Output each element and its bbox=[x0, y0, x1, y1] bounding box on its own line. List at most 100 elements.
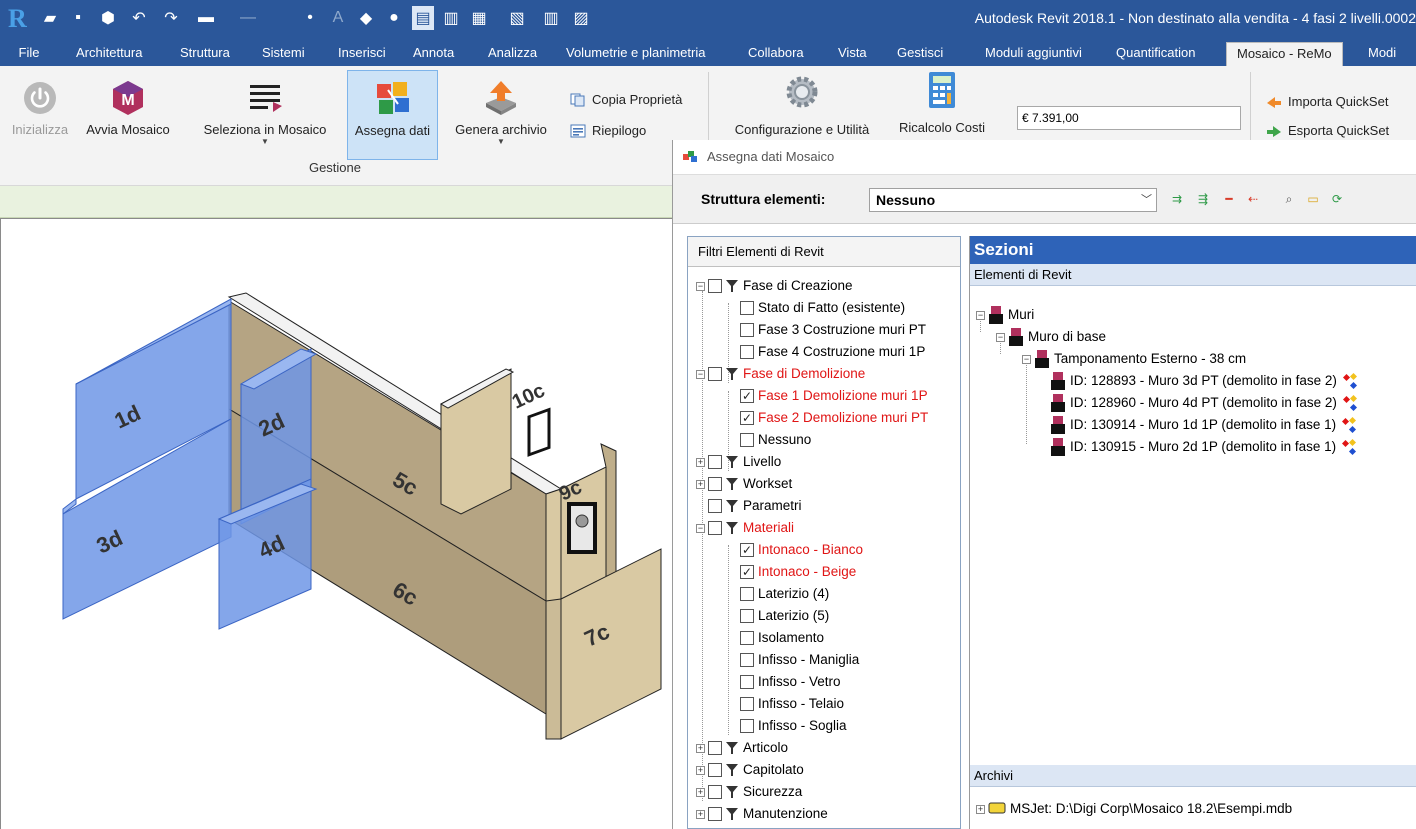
expand-icon[interactable]: + bbox=[696, 743, 705, 753]
filter-materiali[interactable]: − Materiali bbox=[696, 517, 794, 539]
filter-capitolato[interactable]: + Capitolato bbox=[696, 759, 804, 781]
tile-icon[interactable]: ▥ bbox=[540, 6, 562, 30]
filter-laterizio-5[interactable]: Laterizio (5) bbox=[740, 605, 829, 627]
filter-fase-4[interactable]: Fase 4 Costruzione muri 1P bbox=[740, 341, 925, 363]
tab-architettura[interactable]: Architettura bbox=[76, 42, 142, 66]
filter-nessuno[interactable]: Nessuno bbox=[740, 429, 811, 451]
checkbox-checked[interactable]: ✓ bbox=[740, 543, 754, 557]
copia-proprieta-button[interactable]: Copia Proprietà bbox=[570, 92, 682, 107]
checkbox[interactable] bbox=[740, 433, 754, 447]
checkbox[interactable] bbox=[740, 345, 754, 359]
search-icon[interactable]: ⌕ bbox=[1281, 191, 1297, 207]
filter-laterizio-4[interactable]: Laterizio (4) bbox=[740, 583, 829, 605]
folder-icon[interactable]: ▭ bbox=[1305, 191, 1321, 207]
remove-all-icon[interactable]: ━ bbox=[1221, 191, 1237, 207]
3d-viewport[interactable]: 1d 2d 3d 4d 5c 6c 7c 9c 10c bbox=[0, 218, 672, 829]
genera-archivio-button[interactable]: Genera archivio ▼ bbox=[446, 66, 556, 147]
filter-parametri[interactable]: Parametri bbox=[708, 495, 802, 517]
collapse-icon[interactable]: − bbox=[696, 523, 705, 533]
close-hidden-icon[interactable]: ▥ bbox=[440, 6, 462, 30]
chevron-down-icon[interactable]: ▼ bbox=[192, 137, 338, 147]
remove-level-icon[interactable]: ⇠ bbox=[1245, 191, 1261, 207]
undo-icon[interactable]: ↶ bbox=[128, 6, 150, 30]
importa-quickset-button[interactable]: Importa QuickSet bbox=[1266, 94, 1388, 109]
tree-node-element[interactable]: ID: 130914 - Muro 1d 1P (demolito in fas… bbox=[1050, 414, 1357, 436]
checkbox-checked[interactable]: ✓ bbox=[740, 411, 754, 425]
collapse-icon[interactable]: − bbox=[696, 369, 705, 379]
filter-workset[interactable]: + Workset bbox=[696, 473, 792, 495]
filter-isolamento[interactable]: Isolamento bbox=[740, 627, 824, 649]
tree-node-muri[interactable]: − Muri bbox=[976, 304, 1034, 326]
measure-icon[interactable]: — bbox=[236, 6, 260, 30]
checkbox[interactable] bbox=[740, 587, 754, 601]
thin-lines-icon[interactable]: ▤ bbox=[412, 6, 434, 30]
expand-icon[interactable]: + bbox=[976, 804, 985, 814]
checkbox[interactable] bbox=[708, 477, 722, 491]
expand-icon[interactable]: + bbox=[696, 479, 705, 489]
filter-intonaco-beige[interactable]: ✓ Intonaco - Beige bbox=[740, 561, 856, 583]
tree-node-tamponamento[interactable]: − Tamponamento Esterno - 38 cm bbox=[1022, 348, 1246, 370]
collapse-icon[interactable]: − bbox=[996, 332, 1005, 342]
checkbox[interactable] bbox=[708, 807, 722, 821]
expand-icon[interactable]: + bbox=[696, 787, 705, 797]
checkbox[interactable] bbox=[740, 631, 754, 645]
tree-node-element[interactable]: ID: 128960 - Muro 4d PT (demolito in fas… bbox=[1050, 392, 1357, 414]
tab-collabora[interactable]: Collabora bbox=[748, 42, 804, 66]
checkbox[interactable] bbox=[740, 675, 754, 689]
sync-icon[interactable]: ⬢ bbox=[96, 6, 120, 30]
filter-fase-demolizione[interactable]: − Fase di Demolizione bbox=[696, 363, 865, 385]
filter-infisso-soglia[interactable]: Infisso - Soglia bbox=[740, 715, 847, 737]
tree-node-muro-di-base[interactable]: − Muro di base bbox=[996, 326, 1106, 348]
seleziona-in-mosaico-button[interactable]: Seleziona in Mosaico ▼ bbox=[192, 66, 338, 147]
checkbox[interactable] bbox=[708, 455, 722, 469]
checkbox[interactable] bbox=[708, 521, 722, 535]
filter-fase-creazione[interactable]: − Fase di Creazione bbox=[696, 275, 853, 297]
collapse-icon[interactable]: − bbox=[696, 281, 705, 291]
configurazione-button[interactable]: Configurazione e Utilità bbox=[722, 66, 882, 137]
ricalcolo-costi-button[interactable]: Ricalcolo Costi bbox=[888, 66, 996, 135]
filter-infisso-vetro[interactable]: Infisso - Vetro bbox=[740, 671, 841, 693]
collapse-icon[interactable]: − bbox=[1022, 354, 1031, 364]
redo-icon[interactable]: ↷ bbox=[160, 6, 182, 30]
refresh-icon[interactable]: ⟳ bbox=[1329, 191, 1345, 207]
tree-node-element[interactable]: ID: 128893 - Muro 3d PT (demolito in fas… bbox=[1050, 370, 1357, 392]
checkbox[interactable] bbox=[708, 499, 722, 513]
checkbox[interactable] bbox=[740, 609, 754, 623]
switch-windows-icon[interactable]: ▦ bbox=[468, 6, 490, 30]
struttura-select[interactable]: Nessuno ﹀ bbox=[869, 188, 1157, 212]
filter-livello[interactable]: + Livello bbox=[696, 451, 781, 473]
expand-icon[interactable]: + bbox=[696, 809, 705, 819]
filter-manutenzione[interactable]: + Manutenzione bbox=[696, 803, 828, 825]
checkbox[interactable] bbox=[708, 763, 722, 777]
filter-infisso-telaio[interactable]: Infisso - Telaio bbox=[740, 693, 844, 715]
tab-volumetrie[interactable]: Volumetrie e planimetria bbox=[566, 42, 705, 66]
dialog-title-bar[interactable]: Assegna dati Mosaico bbox=[673, 140, 1416, 174]
riepilogo-button[interactable]: Riepilogo bbox=[570, 123, 646, 138]
filter-stato-di-fatto[interactable]: Stato di Fatto (esistente) bbox=[740, 297, 905, 319]
tab-struttura[interactable]: Struttura bbox=[180, 42, 230, 66]
filter-intonaco-bianco[interactable]: ✓ Intonaco - Bianco bbox=[740, 539, 863, 561]
expand-icon[interactable]: + bbox=[696, 457, 705, 467]
checkbox-checked[interactable]: ✓ bbox=[740, 565, 754, 579]
checkbox[interactable] bbox=[708, 741, 722, 755]
tab-file[interactable]: File bbox=[0, 42, 58, 66]
assegna-dati-button[interactable]: Assegna dati bbox=[347, 70, 438, 160]
section-icon[interactable]: ● bbox=[384, 6, 404, 30]
text-icon[interactable]: A bbox=[328, 6, 348, 30]
tag-icon[interactable]: • bbox=[300, 6, 320, 30]
tab-gestisci[interactable]: Gestisci bbox=[897, 42, 943, 66]
chevron-down-icon[interactable]: ▼ bbox=[446, 137, 556, 147]
tab-moduli-aggiuntivi[interactable]: Moduli aggiuntivi bbox=[985, 42, 1082, 66]
checkbox[interactable] bbox=[740, 719, 754, 733]
tab-views-icon[interactable]: ▨ bbox=[570, 6, 592, 30]
3d-view-icon[interactable]: ◆ bbox=[356, 6, 376, 30]
tab-quantification[interactable]: Quantification bbox=[1116, 42, 1196, 66]
tab-vista[interactable]: Vista bbox=[838, 42, 867, 66]
filter-fase-3[interactable]: Fase 3 Costruzione muri PT bbox=[740, 319, 926, 341]
open-icon[interactable]: ▰ bbox=[40, 6, 60, 30]
tab-mosaico-remo[interactable]: Mosaico - ReMo bbox=[1226, 42, 1343, 66]
filter-sicurezza[interactable]: + Sicurezza bbox=[696, 781, 802, 803]
revit-logo-icon[interactable]: R bbox=[8, 5, 30, 33]
checkbox-checked[interactable]: ✓ bbox=[740, 389, 754, 403]
archive-item[interactable]: + MSJet: D:\Digi Corp\Mosaico 18.2\Esemp… bbox=[976, 798, 1292, 820]
